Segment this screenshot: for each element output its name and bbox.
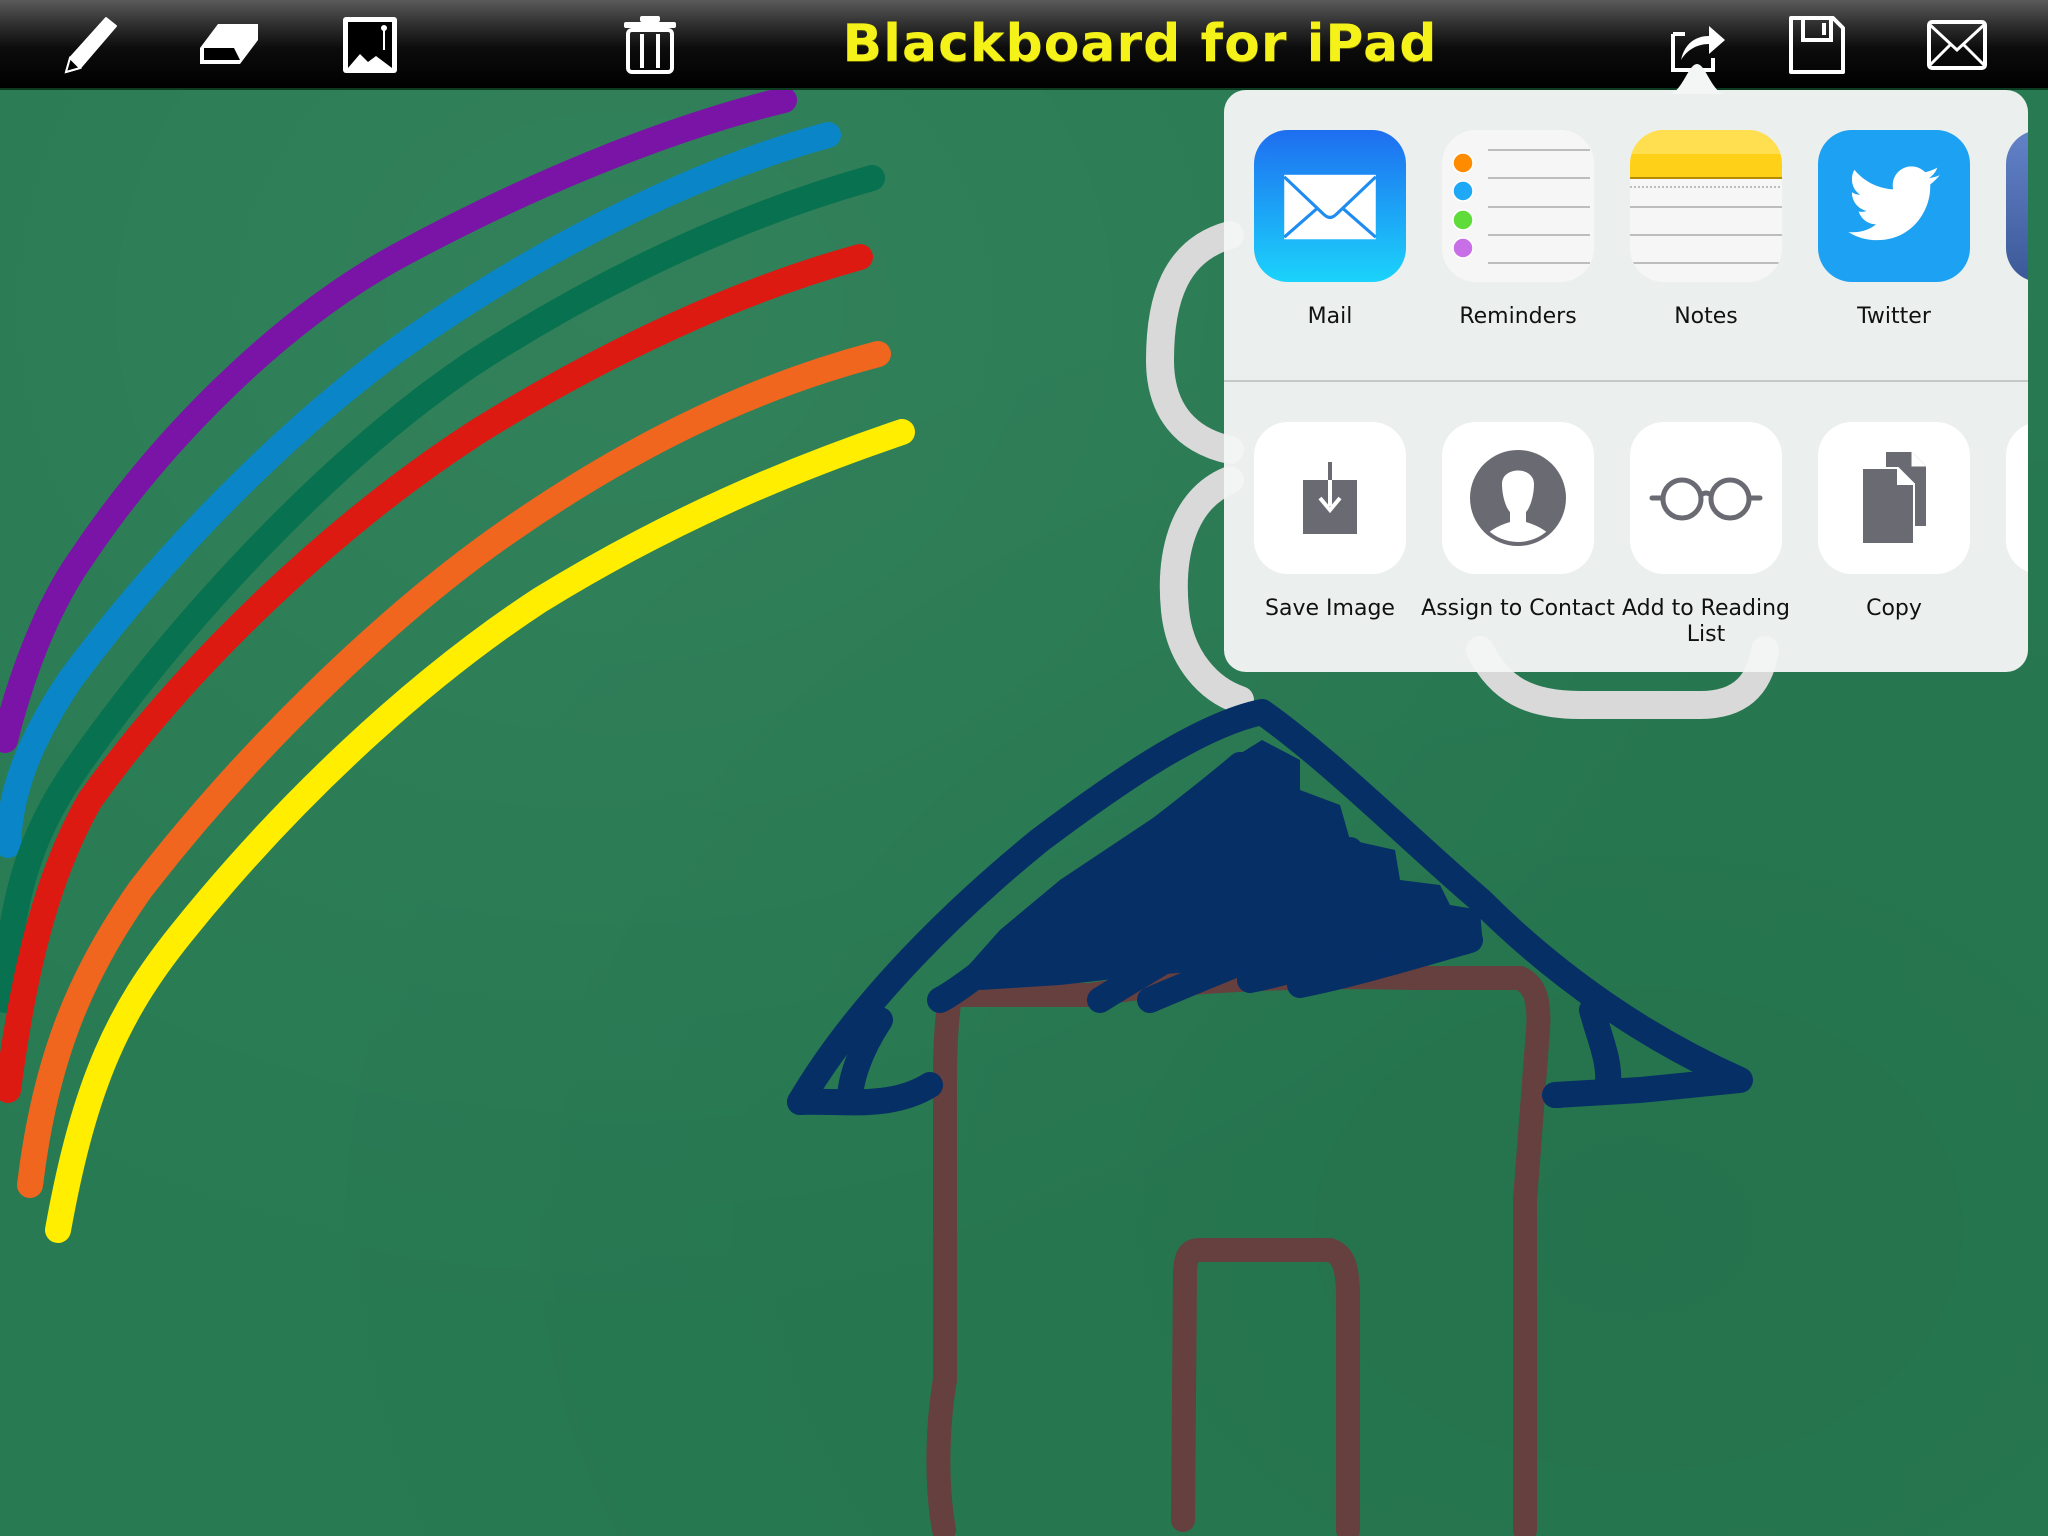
top-toolbar: Blackboard for iPad — [0, 0, 2048, 90]
action-copy[interactable]: Copy — [1818, 422, 1970, 622]
action-save-image[interactable]: Save Image — [1254, 422, 1406, 622]
house-roof-fill — [960, 740, 1482, 990]
eraser-icon — [200, 24, 258, 64]
twitter-app-icon — [1818, 130, 1970, 282]
contact-icon — [1442, 422, 1594, 574]
save-button[interactable] — [1782, 10, 1852, 78]
pencil-icon — [64, 17, 117, 74]
share-app-mail[interactable]: Mail — [1254, 130, 1406, 330]
trash-icon — [624, 16, 676, 74]
action-label: Add to Reading List — [1622, 596, 1790, 647]
mail-app-icon — [1254, 130, 1406, 282]
share-app-label: Reminders — [1459, 304, 1577, 329]
action-label: Copy — [1866, 596, 1922, 621]
share-app-facebook[interactable] — [2006, 130, 2028, 282]
image-icon — [343, 17, 397, 73]
share-app-twitter[interactable]: Twitter — [1818, 130, 1970, 330]
pencil-tool-button[interactable] — [55, 10, 125, 78]
action-assign-to-contact[interactable]: Assign to Contact — [1421, 422, 1615, 622]
share-app-label: Twitter — [1857, 304, 1931, 329]
reminders-app-icon — [1442, 130, 1594, 282]
action-more[interactable] — [2006, 422, 2028, 574]
floppy-disk-icon — [1789, 16, 1845, 74]
notes-app-icon — [1630, 130, 1782, 282]
envelope-icon — [1927, 20, 1987, 70]
copy-icon — [1818, 422, 1970, 574]
house-walls-stroke — [926, 965, 1551, 1536]
share-app-reminders[interactable]: Reminders — [1442, 130, 1594, 330]
eraser-tool-button[interactable] — [193, 10, 263, 78]
reading-glasses-icon — [1630, 422, 1782, 574]
share-app-notes[interactable]: Notes — [1630, 130, 1782, 330]
share-app-label: Mail — [1307, 304, 1353, 329]
clear-board-button[interactable] — [615, 10, 685, 78]
background-image-button[interactable] — [335, 10, 405, 78]
email-button[interactable] — [1922, 10, 1992, 78]
share-sheet-popover: Mail Reminders Notes Twitter Save Image … — [1224, 90, 2028, 672]
action-label: Assign to Contact — [1421, 596, 1615, 621]
more-action-icon — [2006, 422, 2028, 574]
app-title: Blackboard for iPad — [842, 14, 1438, 74]
share-actions-row: Save Image Assign to Contact Add to Read… — [1224, 382, 2028, 672]
action-add-to-reading-list[interactable]: Add to Reading List — [1622, 422, 1790, 648]
share-app-label: Notes — [1674, 304, 1738, 329]
action-label: Save Image — [1265, 596, 1395, 621]
share-apps-row: Mail Reminders Notes Twitter — [1224, 90, 2028, 380]
facebook-app-icon — [2006, 130, 2028, 282]
save-image-icon — [1254, 422, 1406, 574]
